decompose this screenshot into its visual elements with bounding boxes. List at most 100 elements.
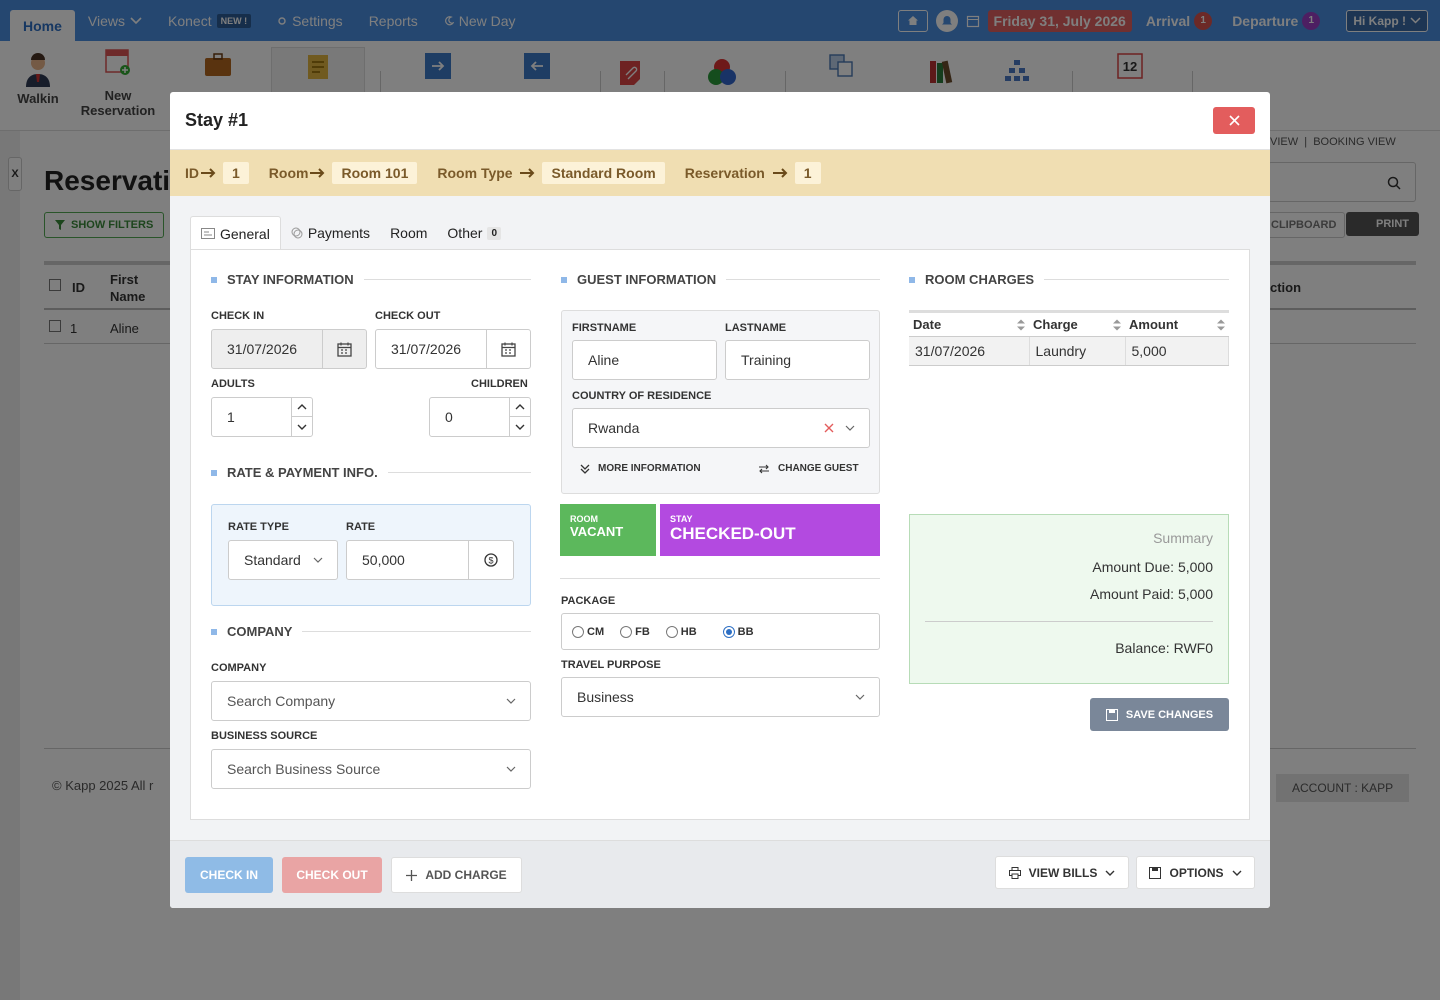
rate-heading-text: RATE & PAYMENT INFO. <box>227 465 378 480</box>
tab-other[interactable]: Other 0 <box>437 216 511 250</box>
tab-payments[interactable]: Payments <box>281 216 380 250</box>
package-cm[interactable]: CM <box>572 625 605 638</box>
radio-bb[interactable] <box>722 625 735 638</box>
rate-field[interactable]: 50,000 $ <box>346 540 514 580</box>
check-in-button[interactable]: CHECK IN <box>185 857 273 893</box>
calendar-icon[interactable] <box>486 330 530 368</box>
col-date[interactable]: Date <box>909 310 1029 337</box>
country-select[interactable]: Rwanda <box>572 408 870 448</box>
children-stepper[interactable]: 0 <box>429 397 531 437</box>
tab-room[interactable]: Room <box>380 216 437 250</box>
chevron-down-icon <box>1105 870 1115 876</box>
stay-modal: Stay #1 ID 1 Room Room 101 Room Type Sta… <box>170 92 1270 908</box>
clear-icon[interactable] <box>824 423 834 433</box>
coins-icon <box>291 227 303 239</box>
firstname-input[interactable]: Aline <box>572 340 717 380</box>
package-cm-label: CM <box>587 625 605 638</box>
charge-name: Laundry <box>1029 336 1126 366</box>
country-value: Rwanda <box>588 420 640 436</box>
change-guest-button[interactable]: CHANGE GUEST <box>758 463 859 474</box>
check-out-value: 31/07/2026 <box>391 341 462 357</box>
table-row[interactable]: 31/07/2026 Laundry 5,000 <box>909 336 1229 366</box>
tab-general[interactable]: General <box>190 216 281 250</box>
options-button[interactable]: OPTIONS <box>1136 856 1255 889</box>
rate-box: RATE TYPE Standard RATE 50,000 $ <box>211 504 531 606</box>
svg-text:$: $ <box>488 556 493 566</box>
package-hb[interactable]: HB <box>665 625 697 638</box>
col-charge[interactable]: Charge <box>1029 310 1125 337</box>
rate-value: 50,000 <box>362 552 405 568</box>
crumb-room-type-label: Room Type <box>437 165 513 181</box>
company-select[interactable]: Search Company <box>211 681 531 721</box>
package-bb-label: BB <box>737 625 754 638</box>
save-changes-button[interactable]: SAVE CHANGES <box>1090 698 1229 731</box>
rate-type-select[interactable]: Standard <box>228 540 338 580</box>
stay-status-label: STAY <box>670 514 693 524</box>
check-out-button[interactable]: CHECK OUT <box>282 857 382 893</box>
adults-stepper[interactable]: 1 <box>211 397 313 437</box>
radio-cm[interactable] <box>572 625 584 638</box>
travel-purpose-label: TRAVEL PURPOSE <box>561 659 661 671</box>
stay-status: STAY CHECKED-OUT <box>660 504 880 556</box>
package-radio-group: CM FB HB BB <box>561 613 880 650</box>
currency-icon[interactable]: $ <box>468 541 513 579</box>
check-out-field[interactable]: 31/07/2026 <box>375 329 531 369</box>
arrow-right-icon <box>772 168 789 178</box>
col-amount-label: Amount <box>1129 317 1179 332</box>
rate-heading: RATE & PAYMENT INFO. <box>211 465 531 480</box>
col-date-label: Date <box>913 317 942 332</box>
package-fb[interactable]: FB <box>620 625 650 638</box>
lastname-input[interactable]: Training <box>725 340 870 380</box>
chevrons-down-icon <box>580 464 590 474</box>
rate-label: RATE <box>346 521 376 533</box>
check-in-field[interactable]: 31/07/2026 <box>211 329 367 369</box>
room-status: ROOM VACANT <box>560 504 656 556</box>
chevron-down-icon[interactable] <box>292 417 312 436</box>
chevron-down-icon <box>506 698 516 704</box>
summary-title: Summary <box>1153 530 1213 546</box>
arrow-right-icon <box>310 168 326 178</box>
crumb-room-label: Room <box>268 165 309 181</box>
more-information-button[interactable]: MORE INFORMATION <box>580 463 701 474</box>
business-source-label: BUSINESS SOURCE <box>211 730 318 742</box>
options-label: OPTIONS <box>1169 865 1224 880</box>
radio-hb[interactable] <box>665 625 678 638</box>
check-in-button-label: CHECK IN <box>199 868 258 882</box>
tab-room-label: Room <box>390 225 428 241</box>
chevron-up-icon[interactable] <box>292 398 312 417</box>
close-button[interactable] <box>1213 107 1255 134</box>
view-bills-button[interactable]: VIEW BILLS <box>995 856 1129 889</box>
amount-due: Amount Due: 5,000 <box>1092 559 1213 575</box>
guest-box: FIRSTNAME Aline LASTNAME Training COUNTR… <box>561 310 880 494</box>
more-information-label: MORE INFORMATION <box>598 463 701 474</box>
col-amount[interactable]: Amount <box>1125 310 1229 337</box>
sort-icon <box>1216 319 1225 330</box>
radio-fb[interactable] <box>620 625 633 638</box>
tab-other-count: 0 <box>487 226 501 240</box>
balance: Balance: RWF0 <box>1115 640 1213 656</box>
arrow-right-icon <box>520 168 536 178</box>
close-icon <box>1228 115 1240 126</box>
add-charge-label: ADD CHARGE <box>425 868 507 882</box>
sort-icon <box>1113 319 1121 330</box>
calendar-icon[interactable] <box>322 330 366 368</box>
travel-purpose-select[interactable]: Business <box>561 677 880 717</box>
check-out-label: CHECK OUT <box>375 310 441 322</box>
tab-payments-label: Payments <box>307 225 371 241</box>
arrow-right-icon <box>201 168 217 178</box>
add-charge-button[interactable]: ADD CHARGE <box>391 857 522 893</box>
crumb-id-value: 1 <box>223 162 249 184</box>
package-bb[interactable]: BB <box>722 625 754 638</box>
chevron-down-icon <box>855 694 865 700</box>
rate-type-label: RATE TYPE <box>228 521 289 533</box>
package-hb-label: HB <box>680 625 697 638</box>
summary-box: Summary Amount Due: 5,000 Amount Paid: 5… <box>909 514 1229 684</box>
chevron-down-icon[interactable] <box>510 417 530 436</box>
chevron-up-icon[interactable] <box>510 398 530 417</box>
business-source-select[interactable]: Search Business Source <box>211 749 531 789</box>
travel-purpose-value: Business <box>577 689 634 705</box>
children-value: 0 <box>445 409 453 425</box>
company-heading: COMPANY <box>211 624 531 639</box>
rate-type-value: Standard <box>244 552 301 568</box>
charge-amount: 5,000 <box>1125 336 1229 366</box>
